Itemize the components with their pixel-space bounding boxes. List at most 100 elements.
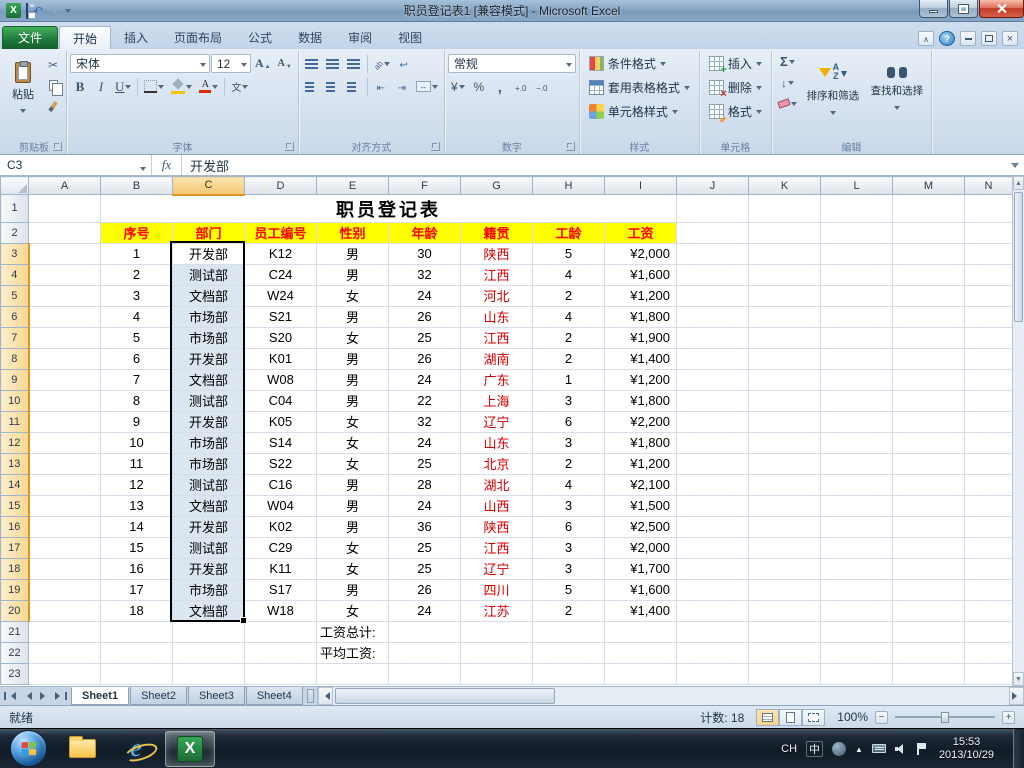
cell[interactable]	[676, 431, 749, 454]
column-header-D[interactable]: D	[244, 176, 317, 195]
cell[interactable]	[28, 473, 101, 496]
cell[interactable]	[964, 641, 1012, 664]
cell[interactable]	[892, 368, 965, 391]
cell[interactable]: 测试部	[172, 263, 245, 286]
maximize-button[interactable]	[949, 0, 978, 18]
taskbar-explorer-button[interactable]	[57, 731, 107, 767]
cell[interactable]	[28, 410, 101, 433]
cell[interactable]	[676, 284, 749, 307]
cell[interactable]: 男	[316, 368, 389, 391]
cell[interactable]	[820, 221, 893, 244]
language-indicator[interactable]: CH	[781, 743, 797, 755]
cell[interactable]	[820, 410, 893, 433]
cell[interactable]	[676, 305, 749, 328]
cell[interactable]	[964, 557, 1012, 580]
cell[interactable]	[964, 368, 1012, 391]
cell[interactable]: 26	[388, 305, 461, 328]
cell[interactable]: ¥1,200	[604, 368, 677, 391]
cell[interactable]	[244, 662, 317, 685]
align-right-button[interactable]	[344, 77, 364, 96]
cell[interactable]	[964, 452, 1012, 475]
cell[interactable]	[892, 305, 965, 328]
cell[interactable]	[28, 194, 101, 223]
row-header-9[interactable]: 9	[0, 368, 30, 391]
cell[interactable]: 6	[532, 515, 605, 538]
cell[interactable]: 女	[316, 431, 389, 454]
cell[interactable]	[748, 305, 821, 328]
sheet-title-cell[interactable]: 职员登记表	[100, 194, 677, 223]
zoom-level[interactable]: 100%	[837, 710, 868, 724]
cell[interactable]: 测试部	[172, 389, 245, 412]
cell[interactable]: 2	[532, 599, 605, 622]
cell[interactable]	[748, 515, 821, 538]
cell[interactable]	[964, 494, 1012, 517]
table-header-cell[interactable]: 工资	[604, 221, 677, 244]
cell[interactable]	[28, 263, 101, 286]
cell[interactable]	[676, 494, 749, 517]
cell[interactable]	[820, 305, 893, 328]
cell[interactable]	[748, 536, 821, 559]
cell[interactable]	[964, 431, 1012, 454]
cell[interactable]: 市场部	[172, 431, 245, 454]
cell[interactable]	[748, 194, 821, 223]
row-header-6[interactable]: 6	[0, 305, 30, 328]
cell-styles-button[interactable]: 单元格样式	[583, 100, 696, 122]
cell[interactable]	[892, 536, 965, 559]
sheet-tab-sheet2[interactable]: Sheet2	[130, 687, 187, 705]
cell[interactable]: 男	[316, 515, 389, 538]
cell[interactable]: 24	[388, 599, 461, 622]
cell[interactable]: 陕西	[460, 515, 533, 538]
cell[interactable]	[964, 662, 1012, 685]
cell[interactable]	[676, 578, 749, 601]
close-button[interactable]	[979, 0, 1024, 18]
cell[interactable]	[244, 620, 317, 643]
row-header-16[interactable]: 16	[0, 515, 30, 538]
cell[interactable]: 24	[388, 431, 461, 454]
cell[interactable]	[892, 452, 965, 475]
redo-button[interactable]	[48, 4, 58, 18]
cell[interactable]	[820, 347, 893, 370]
cell[interactable]	[892, 641, 965, 664]
cell[interactable]: 4	[100, 305, 173, 328]
cell[interactable]: 湖北	[460, 473, 533, 496]
cell[interactable]: 山东	[460, 305, 533, 328]
cell[interactable]: 开发部	[172, 410, 245, 433]
cell[interactable]	[28, 326, 101, 349]
cell[interactable]: 男	[316, 263, 389, 286]
cell[interactable]	[964, 194, 1012, 223]
format-cells-button[interactable]: 格式	[703, 100, 768, 122]
cell[interactable]: 男	[316, 578, 389, 601]
cell[interactable]	[892, 494, 965, 517]
cell[interactable]	[28, 242, 101, 265]
cell[interactable]: 24	[388, 494, 461, 517]
cell[interactable]: ¥1,200	[604, 452, 677, 475]
cell[interactable]	[748, 494, 821, 517]
scroll-right-button[interactable]	[1009, 687, 1024, 705]
scroll-up-button[interactable]: ▲	[1013, 176, 1024, 190]
cell[interactable]: 2	[100, 263, 173, 286]
cell[interactable]: 市场部	[172, 305, 245, 328]
shrink-font-button[interactable]: A	[275, 54, 295, 73]
cell[interactable]: 3	[532, 431, 605, 454]
cell[interactable]	[892, 620, 965, 643]
underline-button[interactable]: U	[112, 77, 134, 96]
first-sheet-button[interactable]	[2, 689, 18, 704]
column-header-K[interactable]: K	[748, 176, 821, 195]
cell[interactable]: 2	[532, 284, 605, 307]
column-header-H[interactable]: H	[532, 176, 605, 195]
tab-审阅[interactable]: 审阅	[335, 26, 385, 49]
cell[interactable]: 女	[316, 599, 389, 622]
cell[interactable]	[892, 263, 965, 286]
cell[interactable]: 男	[316, 389, 389, 412]
bold-button[interactable]: B	[70, 77, 90, 96]
cell[interactable]: 17	[100, 578, 173, 601]
cell[interactable]: 2	[532, 452, 605, 475]
cell[interactable]: 女	[316, 284, 389, 307]
cell[interactable]	[748, 431, 821, 454]
cell[interactable]: 男	[316, 242, 389, 265]
cell[interactable]: S21	[244, 305, 317, 328]
row-header-22[interactable]: 22	[0, 641, 29, 664]
cell[interactable]	[604, 620, 677, 643]
scroll-down-button[interactable]: ▼	[1013, 672, 1024, 686]
cell[interactable]	[964, 578, 1012, 601]
